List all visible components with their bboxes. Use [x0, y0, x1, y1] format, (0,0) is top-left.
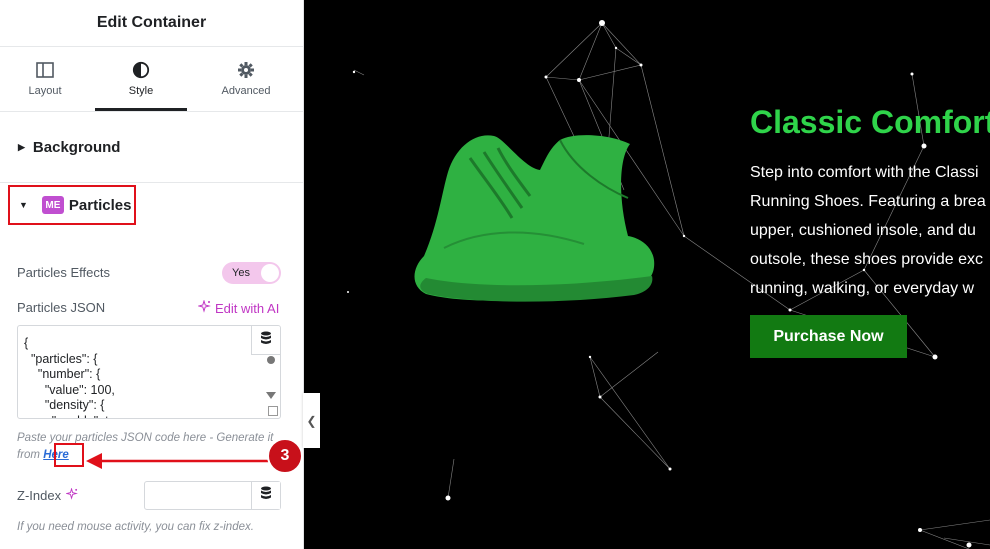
preview-canvas: Classic Comfort Step into comfort with t…: [304, 0, 990, 549]
description-line: running, walking, or everyday w: [750, 280, 975, 297]
hero-title: Classic Comfort: [750, 104, 990, 140]
zindex-input[interactable]: [144, 481, 281, 510]
collapse-panel-button[interactable]: ❮: [303, 393, 320, 448]
particles-effects-toggle[interactable]: Yes: [222, 262, 281, 284]
gear-icon: [237, 61, 255, 79]
section-label: Background: [32, 138, 121, 156]
tab-style[interactable]: Style: [95, 47, 187, 111]
section-label: Particles: [68, 196, 132, 214]
chevron-left-icon: ❮: [306, 413, 317, 428]
toggle-label: Yes: [232, 267, 250, 279]
section-background-header[interactable]: ▶ Background: [0, 112, 303, 183]
panel-title: Edit Container: [0, 0, 303, 47]
dynamic-tags-button[interactable]: [251, 326, 280, 355]
description-line: outsole, these shoes provide exc: [750, 251, 984, 268]
tab-label: Layout: [28, 85, 62, 97]
contrast-icon: [132, 61, 150, 79]
edit-with-ai-link[interactable]: Edit with AI: [197, 299, 280, 316]
description-line: upper, cushioned insole, and du: [750, 222, 976, 239]
caret-down-icon: ▼: [19, 200, 28, 210]
particles-json-textarea[interactable]: { "particles": { "number": { "value": 10…: [17, 325, 281, 419]
caret-right-icon: ▶: [18, 141, 25, 152]
toggle-knob: [261, 264, 279, 282]
purchase-now-button[interactable]: Purchase Now: [750, 315, 907, 358]
step-marker: 3: [267, 438, 303, 474]
addon-logo-icon: ME: [41, 196, 64, 214]
zindex-row: Z-Index: [17, 487, 79, 503]
database-icon: [260, 331, 272, 349]
scroll-down-arrow[interactable]: [266, 392, 276, 399]
shoe-image: [414, 135, 655, 302]
description-line: Running Shoes. Featuring a brea: [750, 193, 986, 210]
tab-layout[interactable]: Layout: [0, 47, 90, 111]
scrollbar-thumb[interactable]: [267, 356, 275, 364]
sparkle-icon[interactable]: [65, 487, 79, 503]
hero-description: Step into comfort with the Classi Runnin…: [750, 158, 990, 303]
panel-tabs: Layout Style Advanced: [0, 47, 303, 112]
dynamic-tags-button[interactable]: [251, 482, 280, 509]
here-highlight-box: [54, 443, 84, 467]
resize-handle[interactable]: [268, 406, 278, 416]
layout-icon: [36, 61, 54, 79]
tab-label: Advanced: [221, 85, 271, 97]
description-line: Step into comfort with the Classi: [750, 164, 979, 181]
json-code: { "particles": { "number": { "value": 10…: [24, 336, 130, 418]
zindex-hint: If you need mouse activity, you can fix …: [17, 521, 254, 533]
particles-effects-label: Particles Effects: [17, 265, 110, 280]
tab-advanced[interactable]: Advanced: [201, 47, 291, 111]
edit-with-ai-label: Edit with AI: [215, 300, 280, 316]
database-icon: [260, 486, 272, 505]
sparkle-icon: [197, 299, 211, 316]
annotation-arrow: [86, 453, 274, 469]
particles-json-label: Particles JSON: [17, 300, 106, 315]
tab-label: Style: [128, 85, 154, 97]
zindex-label: Z-Index: [17, 488, 62, 503]
section-particles-header[interactable]: ▼ ME Particles: [8, 185, 136, 225]
